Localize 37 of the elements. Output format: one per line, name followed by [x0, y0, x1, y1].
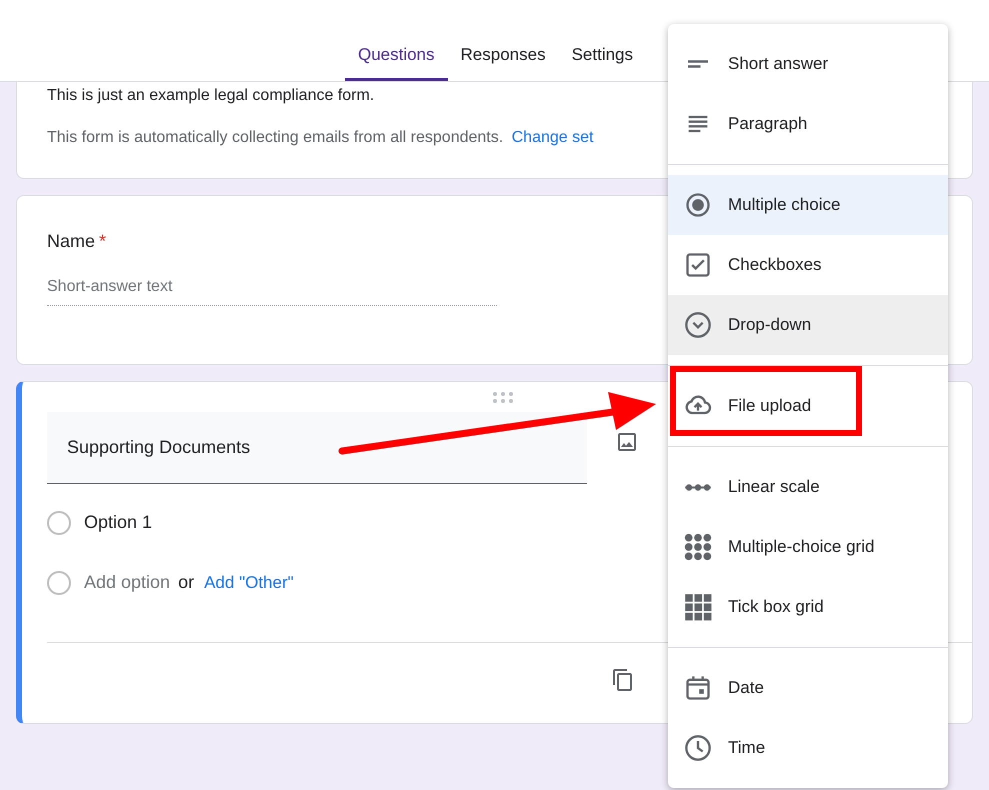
drag-handle-icon[interactable] — [492, 391, 514, 403]
radio-icon — [47, 570, 71, 594]
clock-icon — [684, 734, 712, 762]
question-title: Name — [47, 230, 96, 253]
square-grid-icon — [684, 593, 712, 621]
menu-item[interactable]: Short answer — [668, 34, 948, 94]
dropdown-icon — [684, 311, 712, 339]
menu-item[interactable]: Multiple choice — [668, 164, 948, 235]
required-asterisk: * — [99, 230, 106, 253]
option-field[interactable]: Option 1 — [84, 509, 152, 536]
menu-item[interactable]: Paragraph — [668, 94, 948, 154]
menu-item[interactable]: Multiple-choice grid — [668, 517, 948, 577]
menu-item[interactable]: Time — [668, 718, 948, 778]
or-label: or — [178, 571, 194, 594]
radio-icon — [47, 510, 71, 534]
form-description: This is just an example legal compliance form. — [47, 86, 376, 106]
radio-button-icon — [684, 191, 712, 219]
short-text-icon — [686, 59, 710, 69]
checkbox-icon — [684, 251, 712, 279]
tab[interactable]: Settings — [558, 42, 646, 81]
image-icon[interactable] — [615, 430, 639, 454]
change-settings-link[interactable]: Change set — [512, 129, 594, 146]
add-other-link[interactable]: Add "Other" — [204, 570, 294, 596]
email-notice: This form is automatically collecting emails from all respondents. — [47, 129, 504, 146]
menu-item[interactable]: Drop-down — [668, 295, 948, 355]
calendar-icon — [684, 674, 712, 702]
menu-item[interactable]: File upload — [668, 365, 948, 436]
dot-grid-icon — [684, 533, 712, 561]
menu-item[interactable]: Date — [668, 647, 948, 718]
menu-item[interactable]: Checkboxes — [668, 235, 948, 295]
linear-scale-icon — [684, 482, 712, 492]
question-title-field[interactable]: Supporting Documents — [47, 412, 587, 484]
menu-item[interactable]: Tick box grid — [668, 577, 948, 637]
add-option-field[interactable]: Add option — [84, 569, 170, 596]
menu-item[interactable]: Linear scale — [668, 446, 948, 517]
duplicate-icon[interactable] — [611, 667, 635, 693]
tab[interactable]: Responses — [448, 42, 559, 81]
